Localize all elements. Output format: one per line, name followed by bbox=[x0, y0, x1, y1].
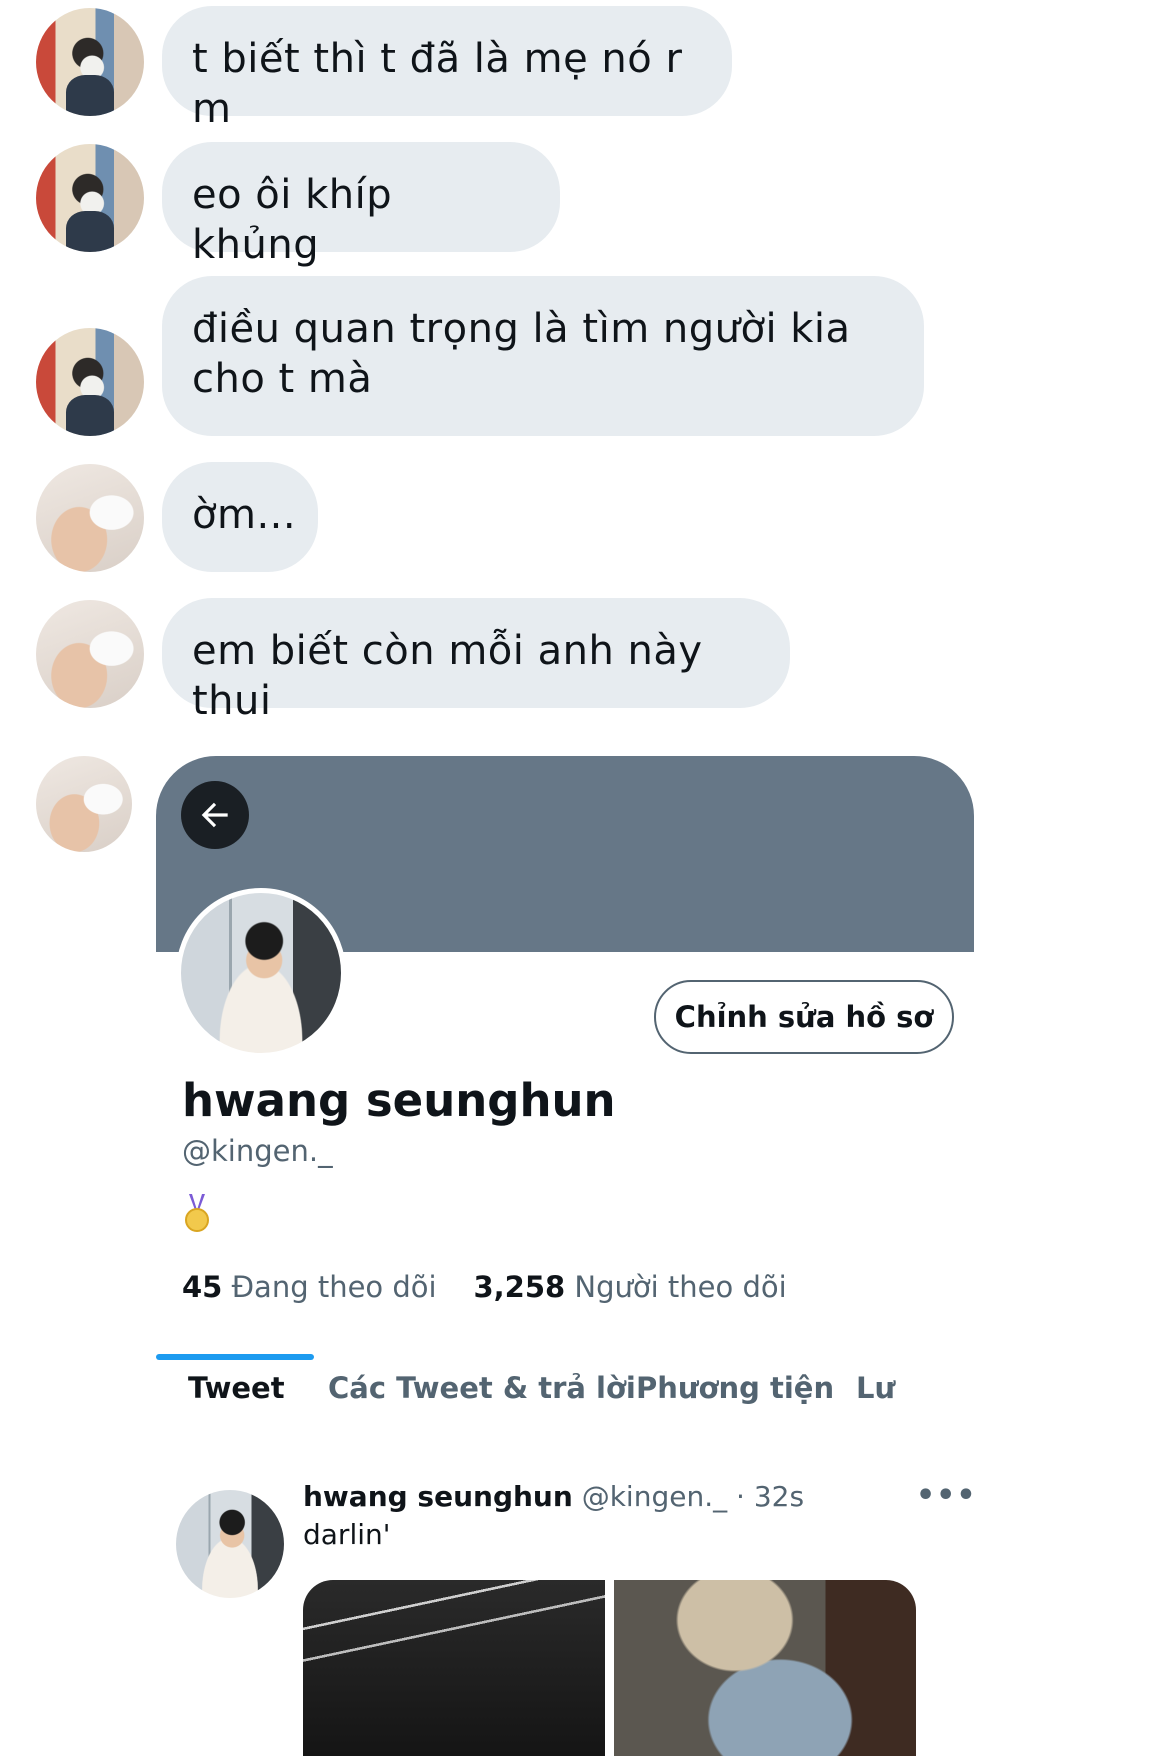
medal-icon bbox=[185, 1194, 209, 1232]
profile-avatar[interactable] bbox=[176, 888, 346, 1058]
followers-label: Người theo dõi bbox=[574, 1270, 787, 1304]
back-button[interactable] bbox=[181, 781, 249, 849]
follow-stats: 45 Đang theo dõi 3,258 Người theo dõi bbox=[182, 1270, 787, 1304]
tab-tweets-replies[interactable]: Các Tweet & trả lời bbox=[328, 1336, 636, 1440]
display-name: hwang seunghun bbox=[182, 1074, 616, 1127]
tab-likes[interactable]: Lư bbox=[856, 1336, 895, 1440]
tweet-media-image[interactable] bbox=[303, 1580, 605, 1756]
message-text: eo ôi khíp khủng bbox=[192, 172, 393, 268]
avatar[interactable] bbox=[36, 600, 144, 708]
avatar[interactable] bbox=[36, 8, 144, 116]
profile-card[interactable]: Chỉnh sửa hồ sơ hwang seunghun @kingen._… bbox=[156, 756, 974, 1756]
arrow-left-icon bbox=[201, 802, 228, 828]
avatar[interactable] bbox=[36, 144, 144, 252]
message-text: em biết còn mỗi anh này thui bbox=[192, 628, 703, 724]
tweet-time: 32s bbox=[753, 1480, 805, 1513]
more-icon[interactable]: ••• bbox=[916, 1478, 974, 1513]
message-bubble: t biết thì t đã là mẹ nó r m bbox=[162, 6, 732, 132]
avatar[interactable] bbox=[36, 464, 144, 572]
tweet-avatar[interactable] bbox=[176, 1490, 284, 1598]
following-count: 45 bbox=[182, 1270, 223, 1304]
message-bubble: eo ôi khíp khủng bbox=[162, 142, 560, 268]
message-text: điều quan trọng là tìm người kia cho t m… bbox=[192, 306, 851, 402]
edit-profile-button[interactable]: Chỉnh sửa hồ sơ bbox=[654, 980, 954, 1054]
following-link[interactable]: 45 Đang theo dõi bbox=[182, 1270, 437, 1304]
avatar[interactable] bbox=[36, 328, 144, 436]
followers-link[interactable]: 3,258 Người theo dõi bbox=[473, 1270, 786, 1304]
tweet-separator: · bbox=[736, 1480, 745, 1513]
user-handle: @kingen._ bbox=[182, 1134, 333, 1168]
profile-tabs: Tweet Các Tweet & trả lời Phương tiện Lư bbox=[156, 1336, 974, 1440]
active-tab-indicator bbox=[156, 1354, 314, 1360]
tab-media[interactable]: Phương tiện bbox=[636, 1336, 834, 1440]
tweet-header: hwang seunghun @kingen._ · 32s bbox=[303, 1480, 804, 1513]
message-text: t biết thì t đã là mẹ nó r m bbox=[192, 36, 683, 132]
message-bubble: điều quan trọng là tìm người kia cho t m… bbox=[162, 276, 924, 436]
tweet-author-name[interactable]: hwang seunghun bbox=[303, 1480, 573, 1513]
message-bubble: em biết còn mỗi anh này thui bbox=[162, 598, 790, 724]
following-label: Đang theo dõi bbox=[231, 1270, 437, 1304]
tweet-author-handle: @kingen._ bbox=[581, 1480, 728, 1513]
message-text: ờm... bbox=[192, 492, 297, 538]
tab-tweets[interactable]: Tweet bbox=[188, 1336, 285, 1440]
avatar[interactable] bbox=[36, 756, 132, 852]
followers-count: 3,258 bbox=[473, 1270, 566, 1304]
tweet-media-image[interactable] bbox=[614, 1580, 916, 1756]
tweet-text: darlin' bbox=[303, 1518, 391, 1551]
message-bubble: ờm... bbox=[162, 462, 318, 572]
